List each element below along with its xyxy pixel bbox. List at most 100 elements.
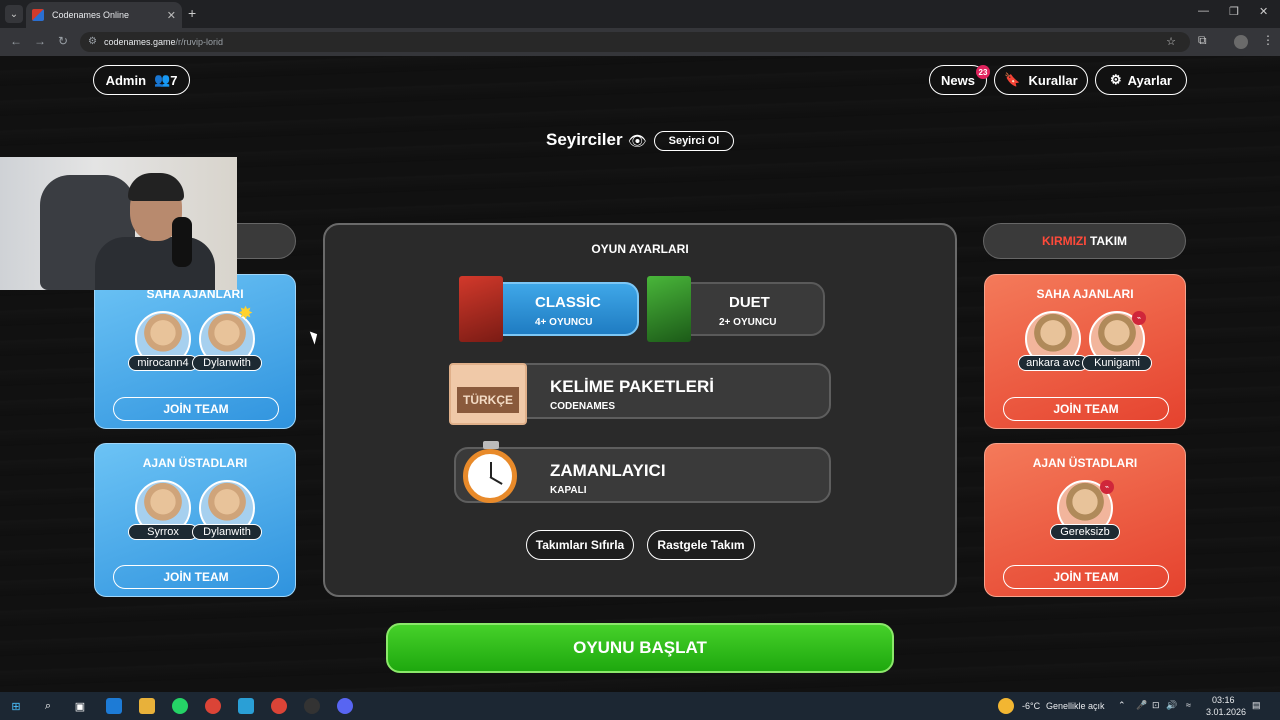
mode-duet-button[interactable]: DUET 2+ OYUNCU <box>669 282 825 336</box>
rules-label: Kurallar <box>1028 72 1078 88</box>
mode-players: 2+ OYUNCU <box>719 317 777 328</box>
bookmark-star-icon[interactable]: ☆ <box>1166 35 1176 48</box>
disconnected-icon: ⌁ <box>1100 480 1114 494</box>
red-team-header: KIRMIZI TAKIM <box>983 223 1186 259</box>
network-icon[interactable]: ⊡ <box>1152 700 1160 711</box>
edge-icon[interactable] <box>106 698 122 714</box>
restore-icon[interactable]: ❐ <box>1229 5 1239 18</box>
temperature: -6°C <box>1022 701 1041 711</box>
windows-start-icon[interactable]: ⊞ <box>8 698 24 714</box>
chrome-active-icon[interactable] <box>271 698 287 714</box>
settings-button[interactable]: ⚙ Ayarlar <box>1095 65 1187 95</box>
close-tab-icon[interactable]: ✕ <box>167 9 176 22</box>
url-host: codenames.game <box>104 37 176 47</box>
volume-icon[interactable]: 🔊 <box>1166 700 1177 711</box>
join-team-button[interactable]: JOİN TEAM <box>1003 397 1169 421</box>
player-avatar[interactable]: mirocann4 <box>128 311 198 371</box>
tab-title: Codenames Online <box>52 10 130 20</box>
game-settings-panel: OYUN AYARLARI CLASSİC 4+ OYUNCU DUET 2+ … <box>323 223 957 597</box>
weather-icon[interactable] <box>998 698 1014 714</box>
gear-icon: ⚙ <box>1110 72 1122 87</box>
admin-button[interactable]: Admin 👥 7 <box>93 65 190 95</box>
url-field[interactable]: ⚙ codenames.game/r/ruvip-lorid ☆ <box>80 32 1190 52</box>
address-bar-row: ← → ↻ ⚙ codenames.game/r/ruvip-lorid ☆ ⧉… <box>0 28 1280 56</box>
player-avatar[interactable]: Dylanwith <box>192 480 262 540</box>
weather-text: Genellikle açık <box>1046 701 1105 711</box>
url-path: /r/ruvip-lorid <box>175 37 224 47</box>
red-field-agents-panel: SAHA AJANLARI ankara avc ⌁ Kunigami JOİN… <box>984 274 1186 429</box>
mode-name: CLASSİC <box>535 294 601 311</box>
panel-title: AJAN ÜSTADLARI <box>142 456 248 470</box>
webcam-overlay <box>0 157 237 290</box>
player-name: Dylanwith <box>192 355 262 371</box>
blue-field-agents-panel: SAHA AJANLARI mirocann4 ✸ Dylanwith JOİN… <box>94 274 296 429</box>
settings-title: OYUN AYARLARI <box>591 242 689 256</box>
panel-title: SAHA AJANLARI <box>1036 287 1134 301</box>
chrome-icon[interactable] <box>205 698 221 714</box>
site-info-icon[interactable]: ⚙ <box>88 36 97 47</box>
mouse-cursor-icon <box>309 329 321 345</box>
panel-title: AJAN ÜSTADLARI <box>1032 456 1138 470</box>
word-card-label: TÜRKÇE <box>457 387 519 413</box>
start-game-button[interactable]: OYUNU BAŞLAT <box>386 623 894 673</box>
player-name: Kunigami <box>1082 355 1152 371</box>
telegram-icon[interactable] <box>238 698 254 714</box>
timer-title: ZAMANLAYICI <box>550 461 666 480</box>
obs-icon[interactable] <box>304 698 320 714</box>
player-count: 7 <box>170 72 178 88</box>
eye-icon: 👁 <box>628 133 648 150</box>
mode-players: 4+ OYUNCU <box>535 317 593 328</box>
search-icon[interactable]: ⌕ <box>40 698 56 714</box>
disconnected-icon: ⌁ <box>1132 311 1146 325</box>
player-avatar[interactable]: Syrrox <box>128 480 198 540</box>
new-tab-icon[interactable]: + <box>188 5 196 21</box>
wifi-icon[interactable]: ≈ <box>1186 700 1191 710</box>
extensions-icon[interactable]: ⧉ <box>1198 33 1207 48</box>
player-name: ankara avc <box>1018 355 1088 371</box>
forward-icon[interactable]: → <box>34 34 46 48</box>
profile-avatar[interactable] <box>1234 35 1248 49</box>
streamer-body <box>95 237 215 290</box>
browser-tab[interactable]: Codenames Online ✕ <box>26 2 182 28</box>
back-icon[interactable]: ← <box>10 34 22 48</box>
duet-box-image <box>647 276 691 342</box>
mic-tray-icon[interactable]: 🎤 <box>1136 700 1147 711</box>
red-spymasters-panel: AJAN ÜSTADLARI ⌁ Gereksizb JOİN TEAM <box>984 443 1186 597</box>
player-name: Dylanwith <box>192 524 262 540</box>
close-window-icon[interactable]: ✕ <box>1259 5 1268 18</box>
star-icon: ✸ <box>238 303 254 323</box>
join-team-button[interactable]: JOİN TEAM <box>113 397 279 421</box>
whatsapp-icon[interactable] <box>172 698 188 714</box>
player-name: Syrrox <box>128 524 198 540</box>
minimize-icon[interactable]: — <box>1198 5 1209 17</box>
stopwatch-crown <box>483 441 499 449</box>
reload-icon[interactable]: ↻ <box>58 34 68 48</box>
random-team-button[interactable]: Rastgele Takım <box>647 530 755 560</box>
player-avatar[interactable]: ankara avc <box>1018 311 1088 371</box>
tab-search-icon[interactable]: ⌄ <box>5 5 23 23</box>
settings-label: Ayarlar <box>1127 72 1172 88</box>
news-label: News <box>941 72 975 88</box>
player-name: mirocann4 <box>128 355 198 371</box>
discord-icon[interactable] <box>337 698 353 714</box>
news-badge: 23 <box>976 65 990 79</box>
join-team-button[interactable]: JOİN TEAM <box>113 565 279 589</box>
task-view-icon[interactable]: ▣ <box>72 698 88 714</box>
join-team-button[interactable]: JOİN TEAM <box>1003 565 1169 589</box>
become-spectator-button[interactable]: Seyirci Ol <box>654 131 734 151</box>
notifications-icon[interactable]: ▤ <box>1252 700 1261 711</box>
blue-spymasters-panel: AJAN ÜSTADLARI Syrrox Dylanwith JOİN TEA… <box>94 443 296 597</box>
players-icon: 👥 <box>154 72 171 87</box>
mode-classic-button[interactable]: CLASSİC 4+ OYUNCU <box>481 282 639 336</box>
stopwatch-icon <box>463 449 517 503</box>
player-avatar[interactable]: ⌁ Gereksizb <box>1050 480 1120 540</box>
file-explorer-icon[interactable] <box>139 698 155 714</box>
menu-icon[interactable]: ⋮ <box>1262 33 1274 47</box>
reset-teams-button[interactable]: Takımları Sıfırla <box>526 530 634 560</box>
player-avatar[interactable]: ⌁ Kunigami <box>1082 311 1152 371</box>
game-page: Admin 👥 7 News 23 🔖 Kurallar ⚙ Ayarlar S… <box>0 56 1280 692</box>
rules-button[interactable]: 🔖 Kurallar <box>994 65 1088 95</box>
mode-name: DUET <box>729 294 770 311</box>
player-avatar[interactable]: ✸ Dylanwith <box>192 303 262 371</box>
tray-chevron-icon[interactable]: ⌃ <box>1118 700 1126 711</box>
